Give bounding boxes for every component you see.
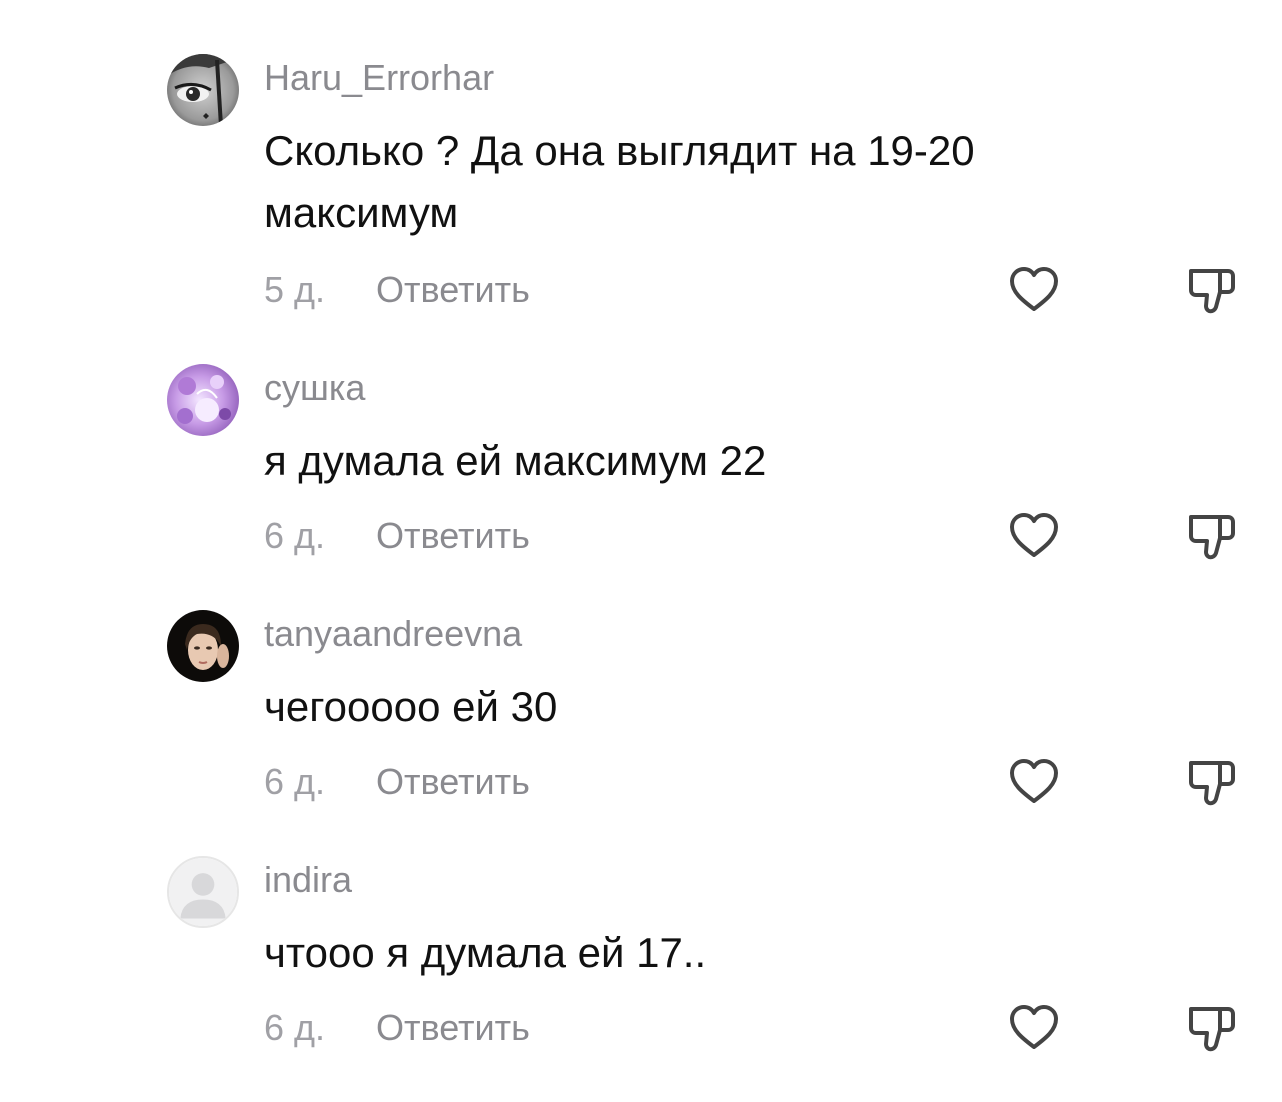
like-button[interactable]	[1006, 262, 1062, 318]
heart-icon	[1010, 267, 1058, 311]
thumbs-down-icon	[1189, 761, 1235, 806]
heart-icon	[1010, 759, 1058, 803]
reply-button[interactable]: Ответить	[376, 761, 530, 802]
avatar[interactable]	[167, 610, 239, 682]
username[interactable]: Haru_Errorhar	[264, 56, 494, 100]
dislike-button[interactable]	[1184, 262, 1240, 318]
thumbs-down-icon	[1189, 1007, 1235, 1052]
timestamp: 6 д.	[264, 761, 326, 802]
username[interactable]: tanyaandreevna	[264, 612, 522, 656]
like-button[interactable]	[1006, 1000, 1062, 1056]
reply-button[interactable]: Ответить	[376, 515, 530, 556]
timestamp: 6 д.	[264, 515, 326, 556]
comment-text: чтооо я думала ей 17..	[264, 929, 707, 976]
comment-text: Сколько ? Да она выглядит на 19-20 макси…	[264, 127, 975, 236]
dislike-button[interactable]	[1184, 754, 1240, 810]
comment-meta: 5 д. Ответить	[264, 268, 530, 312]
avatar[interactable]	[167, 364, 239, 436]
heart-icon	[1010, 513, 1058, 557]
dislike-button[interactable]	[1184, 508, 1240, 564]
comment-text: чегооооо ей 30	[264, 683, 558, 730]
like-button[interactable]	[1006, 508, 1062, 564]
user-avatar-icon	[167, 610, 239, 682]
comment-meta: 6 д. Ответить	[264, 1006, 530, 1050]
avatar[interactable]	[167, 856, 239, 928]
username[interactable]: indira	[264, 858, 352, 902]
user-avatar-icon	[167, 364, 239, 436]
comment-meta: 6 д. Ответить	[264, 760, 530, 804]
comment-meta: 6 д. Ответить	[264, 514, 530, 558]
reply-button[interactable]: Ответить	[376, 269, 530, 310]
timestamp: 6 д.	[264, 1007, 326, 1048]
dislike-button[interactable]	[1184, 1000, 1240, 1056]
username[interactable]: сушка	[264, 366, 365, 410]
user-avatar-icon	[167, 54, 239, 126]
reply-button[interactable]: Ответить	[376, 1007, 530, 1048]
thumbs-down-icon	[1189, 269, 1235, 314]
heart-icon	[1010, 1005, 1058, 1049]
thumbs-down-icon	[1189, 515, 1235, 560]
avatar[interactable]	[167, 54, 239, 126]
timestamp: 5 д.	[264, 269, 326, 310]
comment-text: я думала ей максимум 22	[264, 437, 767, 484]
default-user-icon	[169, 858, 237, 926]
like-button[interactable]	[1006, 754, 1062, 810]
